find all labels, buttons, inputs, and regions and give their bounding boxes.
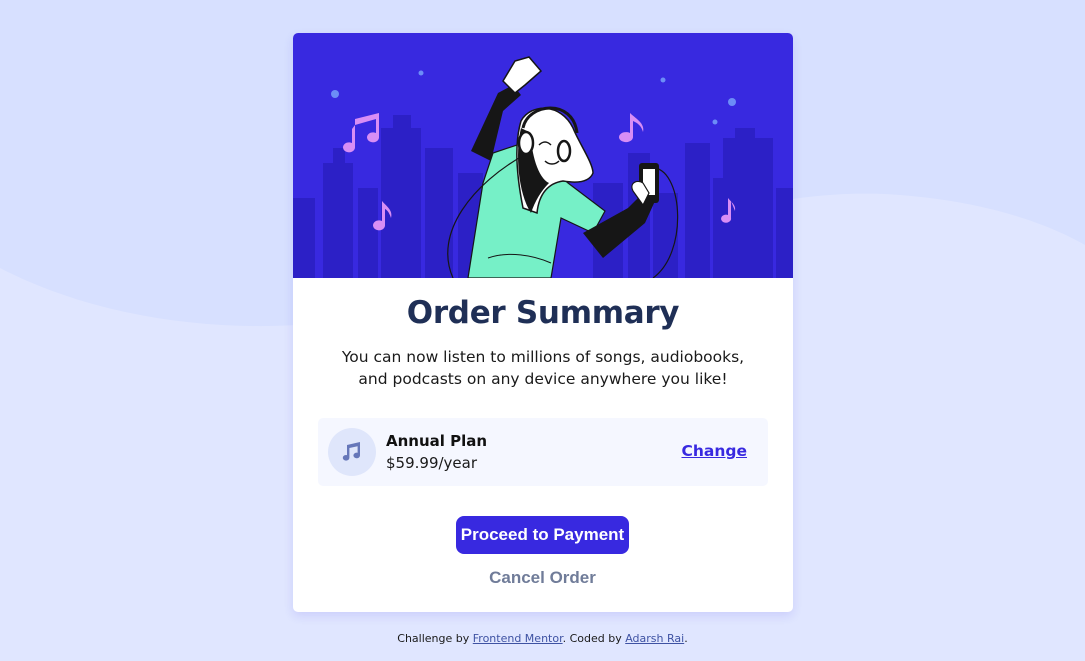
order-description: You can now listen to millions of songs,… bbox=[341, 348, 745, 388]
music-note-icon bbox=[328, 428, 376, 476]
attribution-prefix: Challenge by bbox=[397, 632, 473, 645]
order-summary-card: Order Summary You can now listen to mill… bbox=[293, 33, 793, 612]
author-link[interactable]: Adarsh Rai bbox=[625, 632, 684, 645]
change-plan-link[interactable]: Change bbox=[681, 442, 747, 460]
frontend-mentor-link[interactable]: Frontend Mentor bbox=[473, 632, 563, 645]
attribution-suffix: . bbox=[684, 632, 688, 645]
proceed-to-payment-button[interactable]: Proceed to Payment bbox=[456, 516, 629, 554]
plan-name: Annual Plan bbox=[386, 432, 488, 450]
attribution: Challenge by Frontend Mentor. Coded by A… bbox=[0, 632, 1085, 645]
page-title: Order Summary bbox=[406, 295, 680, 331]
hero-illustration bbox=[293, 33, 793, 278]
plan-price: $59.99/year bbox=[386, 454, 478, 472]
plan-summary: Annual Plan $59.99/year Change bbox=[318, 418, 768, 486]
cancel-order-button[interactable]: Cancel Order bbox=[456, 566, 629, 590]
attribution-middle: . Coded by bbox=[562, 632, 626, 645]
